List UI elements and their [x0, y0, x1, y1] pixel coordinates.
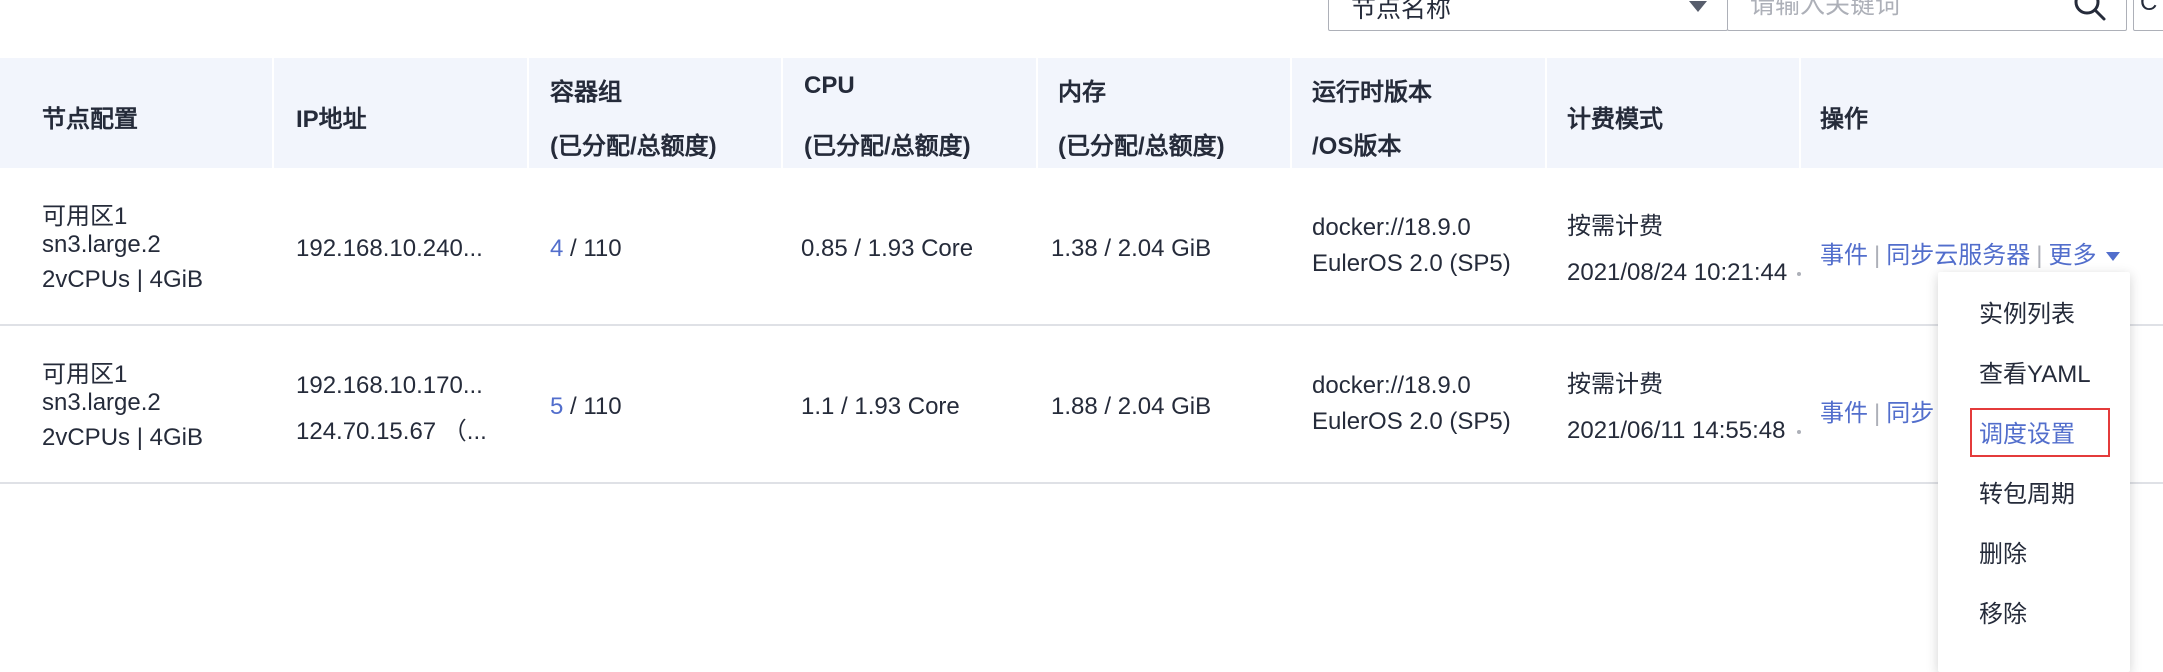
pods-allocated-link[interactable]: 4 — [550, 235, 563, 262]
action-separator: | — [1874, 242, 1881, 269]
filter-bar: 节点名称 — [1328, 0, 2128, 33]
os-version: EulerOS 2.0 (SP5) — [1312, 408, 1511, 435]
node-flavor: sn3.large.2 — [42, 389, 161, 416]
action-separator: | — [1874, 400, 1881, 427]
column-divider — [272, 58, 274, 169]
filter-field-select[interactable]: 节点名称 — [1328, 0, 1728, 31]
node-spec: 2vCPUs | 4GiB — [42, 266, 203, 293]
column-divider — [527, 58, 529, 169]
cpu-usage: 0.85 / 1.93 Core — [801, 235, 974, 262]
created-time: 2021/06/11 14:55:48 — [1567, 417, 1786, 444]
header-sublabel: (已分配/总额度) — [804, 133, 971, 160]
chevron-down-icon — [2106, 252, 2121, 262]
menu-item-convert-to-yearly-monthly[interactable]: 转包周期 — [1979, 474, 2075, 509]
chevron-down-icon — [1689, 1, 1707, 12]
pods-total: / 110 — [570, 235, 622, 262]
sync-server-link[interactable]: 同步云服务器 — [1886, 242, 2030, 269]
events-link[interactable]: 事件 — [1820, 400, 1868, 427]
search-icon[interactable] — [2070, 0, 2110, 25]
refresh-button-label: C — [2140, 0, 2158, 16]
header-label: CPU — [804, 72, 855, 99]
column-divider — [1545, 58, 1547, 169]
node-spec: 2vCPUs | 4GiB — [42, 424, 203, 451]
header-label: 操作 — [1820, 106, 1868, 133]
search-input[interactable] — [1748, 0, 2052, 23]
events-link[interactable]: 事件 — [1820, 242, 1868, 269]
memory-usage: 1.88 / 2.04 GiB — [1051, 393, 1212, 420]
column-divider — [1036, 58, 1038, 169]
table-row: 可用区1 sn3.large.2 2vCPUs | 4GiB 192.168.1… — [0, 168, 2163, 326]
runtime-version: docker://18.9.0 — [1312, 372, 1471, 399]
header-sublabel: (已分配/总额度) — [550, 133, 717, 160]
separator-dot — [1797, 430, 1801, 434]
more-actions-menu: 实例列表 查看YAML 调度设置 转包周期 删除 移除 — [1938, 272, 2130, 672]
action-separator: | — [2036, 242, 2043, 269]
column-divider — [1799, 58, 1801, 169]
row-actions: 事件 | 同步云服务器 | 更多 — [1820, 235, 2121, 270]
header-sublabel: /OS版本 — [1312, 133, 1402, 160]
node-zone: 可用区1 — [42, 203, 128, 230]
node-private-ip: 192.168.10.170... — [296, 372, 483, 399]
pods-total: / 110 — [570, 393, 622, 420]
menu-item-delete[interactable]: 删除 — [1979, 534, 2027, 569]
billing-mode: 按需计费 — [1567, 213, 1663, 240]
header-label: 节点配置 — [42, 106, 138, 133]
header-label: 容器组 — [550, 79, 622, 106]
pods-allocated-link[interactable]: 5 — [550, 393, 563, 420]
pods-usage: 5 / 110 — [550, 393, 622, 421]
column-divider — [1290, 58, 1292, 169]
refresh-button[interactable]: C — [2133, 0, 2163, 31]
created-time: 2021/08/24 10:21:44 — [1567, 259, 1788, 286]
menu-item-view-yaml[interactable]: 查看YAML — [1979, 354, 2091, 389]
menu-item-remove[interactable]: 移除 — [1979, 594, 2027, 629]
filter-field-value: 节点名称 — [1351, 0, 1452, 23]
header-label: 内存 — [1058, 79, 1106, 106]
search-box[interactable] — [1727, 0, 2127, 31]
table-row: 可用区1 sn3.large.2 2vCPUs | 4GiB 192.168.1… — [0, 326, 2163, 484]
more-label: 更多 — [2048, 242, 2097, 269]
column-divider — [781, 58, 783, 169]
node-public-ip: 124.70.15.67 （... — [296, 418, 487, 445]
header-label: 运行时版本 — [1312, 79, 1432, 106]
pods-usage: 4 / 110 — [550, 235, 622, 263]
separator-dot — [1797, 272, 1801, 276]
header-sublabel: (已分配/总额度) — [1058, 133, 1225, 160]
node-flavor: sn3.large.2 — [42, 231, 161, 258]
cpu-usage: 1.1 / 1.93 Core — [801, 393, 960, 420]
billing-mode: 按需计费 — [1567, 371, 1663, 398]
node-zone: 可用区1 — [42, 361, 128, 388]
header-label: 计费模式 — [1567, 106, 1663, 133]
node-ip: 192.168.10.240... — [296, 235, 483, 262]
menu-item-instance-list[interactable]: 实例列表 — [1979, 294, 2075, 329]
memory-usage: 1.38 / 2.04 GiB — [1051, 235, 1212, 262]
table-header: 节点配置 IP地址 容器组 (已分配/总额度) CPU (已分配/总额度) 内存… — [0, 58, 2163, 169]
row-actions: 事件 | 同步 — [1820, 393, 1934, 428]
runtime-version: docker://18.9.0 — [1312, 214, 1471, 241]
more-actions-button[interactable]: 更多 — [2048, 242, 2121, 269]
menu-item-scheduling-settings[interactable]: 调度设置 — [1979, 414, 2075, 449]
sync-server-link[interactable]: 同步 — [1886, 400, 1934, 427]
os-version: EulerOS 2.0 (SP5) — [1312, 250, 1511, 277]
header-label: IP地址 — [296, 106, 367, 133]
